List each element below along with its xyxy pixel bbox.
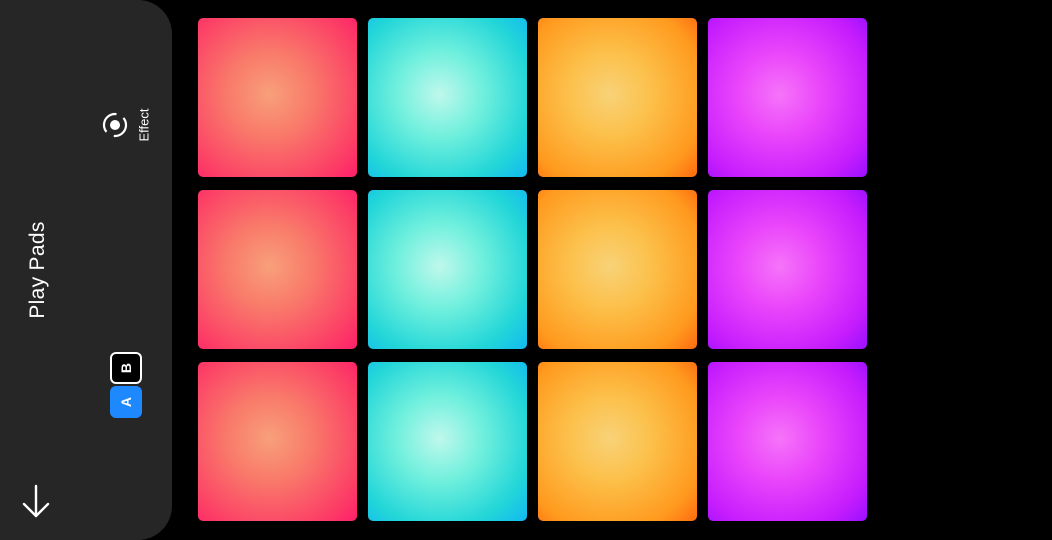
pad-red-3-1[interactable]	[198, 362, 357, 521]
play-pads-screen: Play Pads Effect B A	[0, 0, 1052, 540]
bank-a-button[interactable]: A	[110, 386, 142, 418]
bank-a-label: A	[118, 396, 134, 408]
bank-switch: B A	[110, 352, 142, 418]
effect-button[interactable]: Effect	[98, 100, 162, 150]
pad-purple-2-4[interactable]	[708, 190, 867, 349]
pad-purple-3-4[interactable]	[708, 362, 867, 521]
pad-purple-1-4[interactable]	[708, 18, 867, 177]
pad-cyan-2-2[interactable]	[368, 190, 527, 349]
effect-target-icon	[102, 112, 128, 138]
pad-orange-1-3[interactable]	[538, 18, 697, 177]
collapse-button[interactable]	[18, 482, 54, 522]
pad-orange-2-3[interactable]	[538, 190, 697, 349]
pad-cyan-3-2[interactable]	[368, 362, 527, 521]
sidebar-panel: Play Pads Effect B A	[0, 0, 172, 540]
pad-grid	[198, 18, 868, 522]
effect-label: Effect	[136, 108, 152, 142]
pad-red-1-1[interactable]	[198, 18, 357, 177]
bank-b-button[interactable]: B	[110, 352, 142, 384]
page-title: Play Pads	[26, 221, 49, 319]
effect-label-container: Effect	[134, 102, 154, 148]
pad-cyan-1-2[interactable]	[368, 18, 527, 177]
pad-red-2-1[interactable]	[198, 190, 357, 349]
page-title-container: Play Pads	[18, 200, 58, 340]
pad-orange-3-3[interactable]	[538, 362, 697, 521]
bank-b-label: B	[118, 362, 134, 374]
arrow-down-icon	[22, 484, 50, 518]
